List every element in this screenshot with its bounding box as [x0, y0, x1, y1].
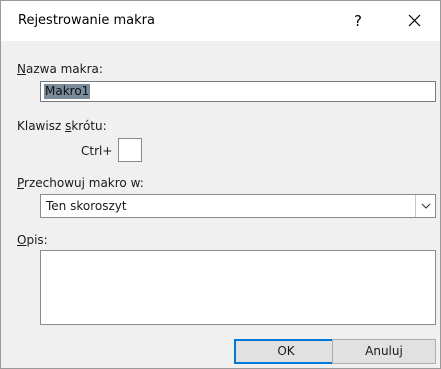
- title-bar: Rejestrowanie makra ?: [1, 1, 440, 41]
- shortcut-label-prefix: Klawisz: [17, 119, 66, 133]
- macro-name-label: Nazwa makra:: [17, 62, 103, 76]
- chevron-down-icon: [421, 203, 430, 209]
- store-macro-in-select[interactable]: Ten skoroszyt: [40, 194, 436, 218]
- ctrl-prefix-label: Ctrl+: [81, 144, 113, 158]
- help-button[interactable]: ?: [345, 10, 371, 32]
- close-button[interactable]: [401, 9, 427, 33]
- cancel-button[interactable]: Anuluj: [332, 339, 436, 364]
- description-label: Opis:: [17, 233, 48, 247]
- store-macro-in-value: Ten skoroszyt: [46, 199, 127, 213]
- macro-name-input[interactable]: Makro1: [40, 81, 436, 102]
- record-macro-dialog: Rejestrowanie makra ? Nazwa makra: Makro…: [0, 0, 441, 369]
- dropdown-button[interactable]: [415, 195, 435, 217]
- shortcut-key-input[interactable]: [118, 138, 142, 162]
- dialog-title: Rejestrowanie makra: [18, 13, 155, 28]
- macro-name-value: Makro1: [44, 84, 91, 99]
- store-label-text: rzechowuj makro w:: [24, 176, 144, 190]
- macro-name-label-text: azwa makra:: [25, 62, 103, 76]
- shortcut-key-label: Klawisz skrótu:: [17, 119, 107, 133]
- description-textarea[interactable]: [40, 250, 436, 325]
- store-label-hotkey: P: [17, 176, 25, 190]
- description-label-text: pis:: [26, 233, 48, 247]
- store-macro-in-label: Przechowuj makro w:: [17, 176, 144, 190]
- close-icon: [408, 14, 420, 27]
- ok-button[interactable]: OK: [234, 339, 338, 364]
- shortcut-label-text: krótu:: [71, 119, 107, 133]
- macro-name-label-hotkey: N: [17, 62, 26, 76]
